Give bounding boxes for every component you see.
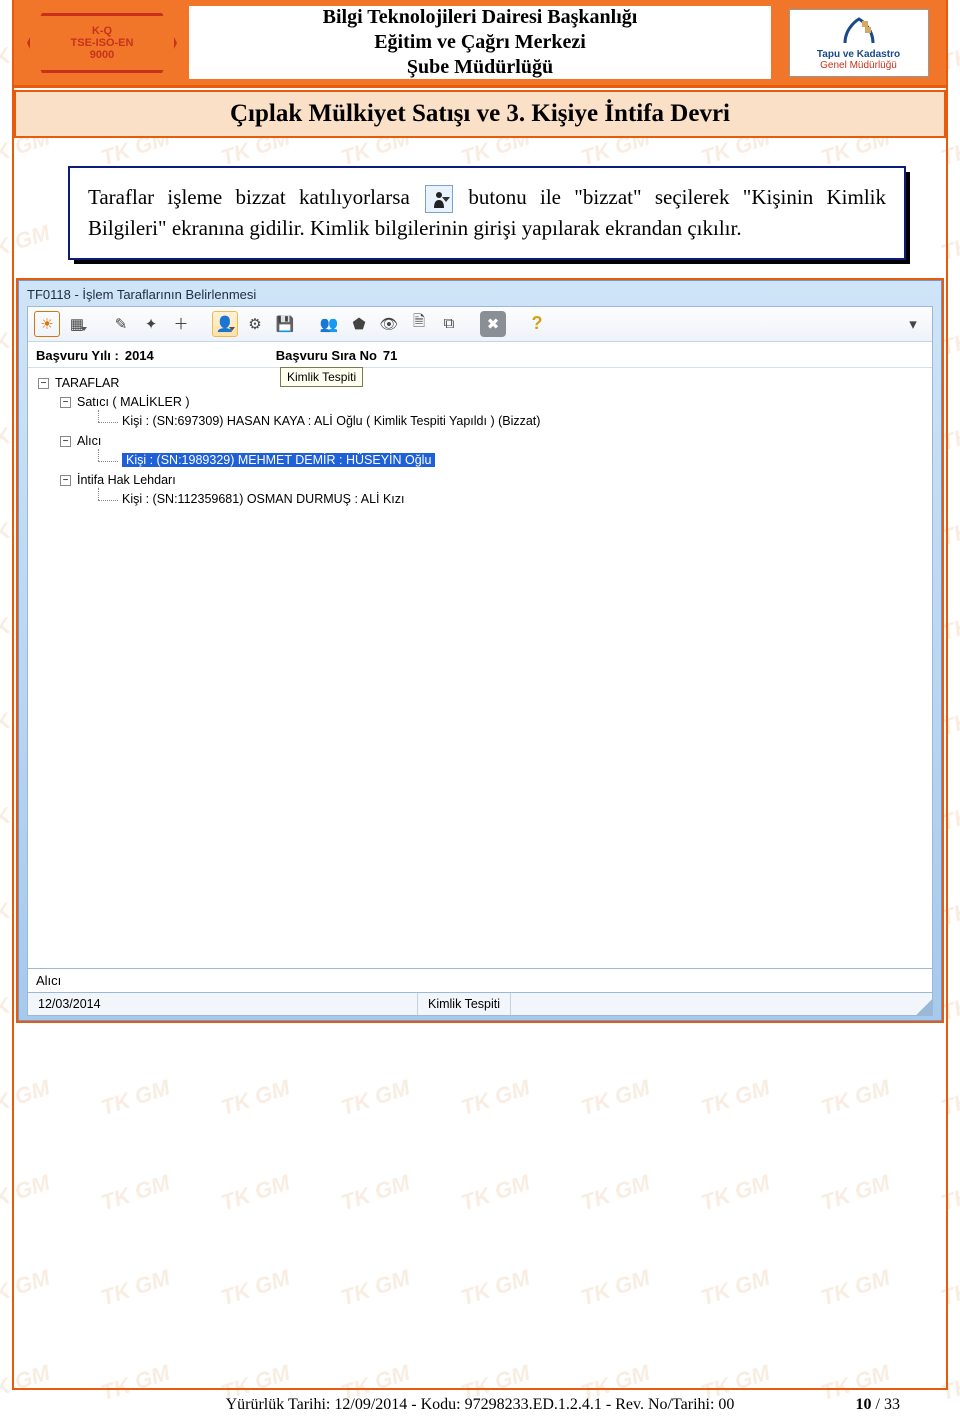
page-total: 33 [884, 1396, 900, 1413]
tkgm-logo: Tapu ve Kadastro Genel Müdürlüğü [771, 0, 946, 85]
footer-info: Yürürlük Tarihi: 12/09/2014 - Kodu: 9729… [226, 1396, 735, 1414]
tree-node[interactable]: Kişi : (SN:697309) HASAN KAYA : ALİ Oğlu… [34, 412, 926, 431]
toolbar-tooltip: Kimlik Tespiti [280, 367, 363, 387]
app-window: TF0118 - İşlem Taraflarının Belirlenmesi… [16, 278, 944, 1023]
header-line3: Şube Müdürlüğü [407, 55, 553, 80]
tkgm-icon [839, 15, 879, 49]
tree-node[interactable]: −İntifa Hak Lehdarı [34, 471, 926, 490]
seal-line1: K-Q [91, 25, 111, 37]
tree-node[interactable]: Kişi : (SN:112359681) OSMAN DURMUŞ : ALİ… [34, 490, 926, 509]
tree-node[interactable]: Kişi : (SN:1989329) MEHMET DEMİR : HÜSEY… [34, 451, 926, 470]
status-date: 12/03/2014 [28, 993, 418, 1015]
status-bar: 12/03/2014 Kimlik Tespiti [28, 992, 932, 1015]
page-footer: Yürürlük Tarihi: 12/09/2014 - Kodu: 9729… [0, 1396, 960, 1414]
footer-page: 10 / 33 [856, 1396, 900, 1414]
header-line1: Bilgi Teknolojileri Dairesi Başkanlığı [323, 5, 638, 30]
page-current: 10 [856, 1396, 872, 1413]
users-icon[interactable]: 👥 [316, 311, 342, 337]
doc-subheader: Çıplak Mülkiyet Satışı ve 3. Kişiye İnti… [14, 90, 946, 138]
tkgm-line1: Tapu ve Kadastro [817, 49, 900, 60]
doc-header: K-Q TSE-ISO-EN 9000 Bilgi Teknolojileri … [14, 0, 946, 88]
year-value: 2014 [125, 348, 154, 363]
quality-seal-logo: K-Q TSE-ISO-EN 9000 [14, 0, 189, 85]
toolbar: ☀▦ ✎✦＋ 👤⚙💾 👥⬟👁🗎⧉ ✖? ▾ [28, 307, 932, 342]
calendar-icon[interactable]: ▦ [64, 311, 90, 337]
header-title-block: Bilgi Teknolojileri Dairesi Başkanlığı E… [189, 6, 771, 79]
window-title: TF0118 - İşlem Taraflarının Belirlenmesi [27, 287, 933, 306]
meta-row: Başvuru Yılı : 2014 Başvuru Sıra No 71 [28, 342, 932, 368]
overflow-icon[interactable]: ▾ [900, 311, 926, 337]
sun-icon[interactable]: ☀ [34, 311, 60, 337]
seal-line3: 9000 [89, 49, 113, 61]
seal-line2: TSE-ISO-EN [70, 37, 133, 49]
plus-icon[interactable]: ＋ [168, 311, 194, 337]
tkgm-line2: Genel Müdürlüğü [820, 60, 897, 71]
tree-node[interactable]: −Alıcı [34, 432, 926, 451]
shield-icon[interactable]: ⬟ [346, 311, 372, 337]
save-icon[interactable]: 💾 [272, 311, 298, 337]
seq-label: Başvuru Sıra No [276, 348, 377, 363]
eye-icon[interactable]: 👁 [376, 311, 402, 337]
bottom-field[interactable]: Alıcı [28, 968, 932, 992]
page-sep: / [872, 1396, 884, 1413]
gear-icon[interactable]: ⚙ [242, 311, 268, 337]
close-icon[interactable]: ✖ [480, 311, 506, 337]
person-dropdown-icon [425, 185, 453, 213]
person-icon[interactable]: 👤 [212, 311, 238, 337]
doc-icon[interactable]: 🗎 [406, 311, 432, 337]
resize-grip-icon[interactable] [914, 993, 932, 1015]
bottom-field-value: Alıcı [36, 973, 61, 988]
seq-value: 71 [383, 348, 397, 363]
header-line2: Eğitim ve Çağrı Merkezi [374, 30, 586, 55]
help-icon[interactable]: ? [524, 311, 550, 337]
status-mode: Kimlik Tespiti [418, 993, 511, 1015]
tree-node[interactable]: −TARAFLAR [34, 374, 926, 393]
sheet-icon[interactable]: ⧉ [436, 311, 462, 337]
instruction-box: Taraflar işleme bizzat katılıyorlarsa bu… [68, 166, 906, 260]
instruction-part1: Taraflar işleme bizzat katılıyorlarsa [88, 185, 423, 209]
tree-view[interactable]: −TARAFLAR−Satıcı ( MALİKLER )Kişi : (SN:… [28, 368, 932, 968]
tree-node[interactable]: −Satıcı ( MALİKLER ) [34, 393, 926, 412]
wand-icon[interactable]: ✎ [108, 311, 134, 337]
year-label: Başvuru Yılı : [36, 348, 119, 363]
bulb-icon[interactable]: ✦ [138, 311, 164, 337]
